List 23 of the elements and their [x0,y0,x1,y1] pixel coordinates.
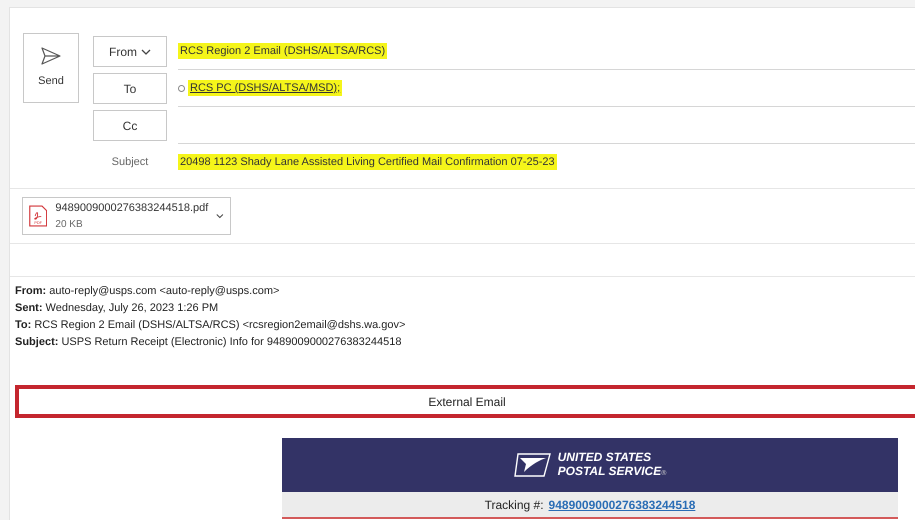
presence-icon [178,84,185,92]
logo-text: UNITED STATES [558,450,652,464]
tracking-link[interactable]: 9489009000276383244518 [548,496,696,514]
eagle-logo-icon [514,452,552,478]
recipient-button[interactable]: Cc [93,110,167,141]
header-line: From: auto-reply@usps.com <auto-reply@usps.com> [15,284,280,299]
recipient-button[interactable]: From [93,36,167,67]
sender-field[interactable]: RCS Region 2 Email (DSHS/ALTSA/RCS) [178,42,388,60]
attachment-name: 9489009000276383244518.pdf [55,201,208,216]
chevron-down-icon [216,213,224,219]
tracking-label: Tracking #: [484,496,544,514]
send-icon [41,46,61,65]
recipient-button[interactable]: To [93,73,167,104]
chevron-down-icon [141,48,151,54]
recipient-link[interactable]: RCS PC (DSHS/ALTSA/MSD); [188,80,342,96]
attachment-size: 20 KB [55,218,84,232]
header-line: Sent: Wednesday, July 26, 2023 1:26 PM [15,301,220,316]
subject-field[interactable]: 20498 1123 Shady Lane Assisted Living Certified Mail Confirmation 07-25-23 [178,154,557,170]
subject-label: Subject [110,154,150,170]
header-line: Subject: USPS Return Receipt (Electronic) Info for 9489009000276383244518 [15,335,402,350]
send-button[interactable]: Send [23,33,79,103]
header-line: To: RCS Region 2 Email (DSHS/ALTSA/RCS) <rcsregion2email@dshs.wa.gov> [15,318,406,333]
external-email-banner: External Email [15,385,915,418]
